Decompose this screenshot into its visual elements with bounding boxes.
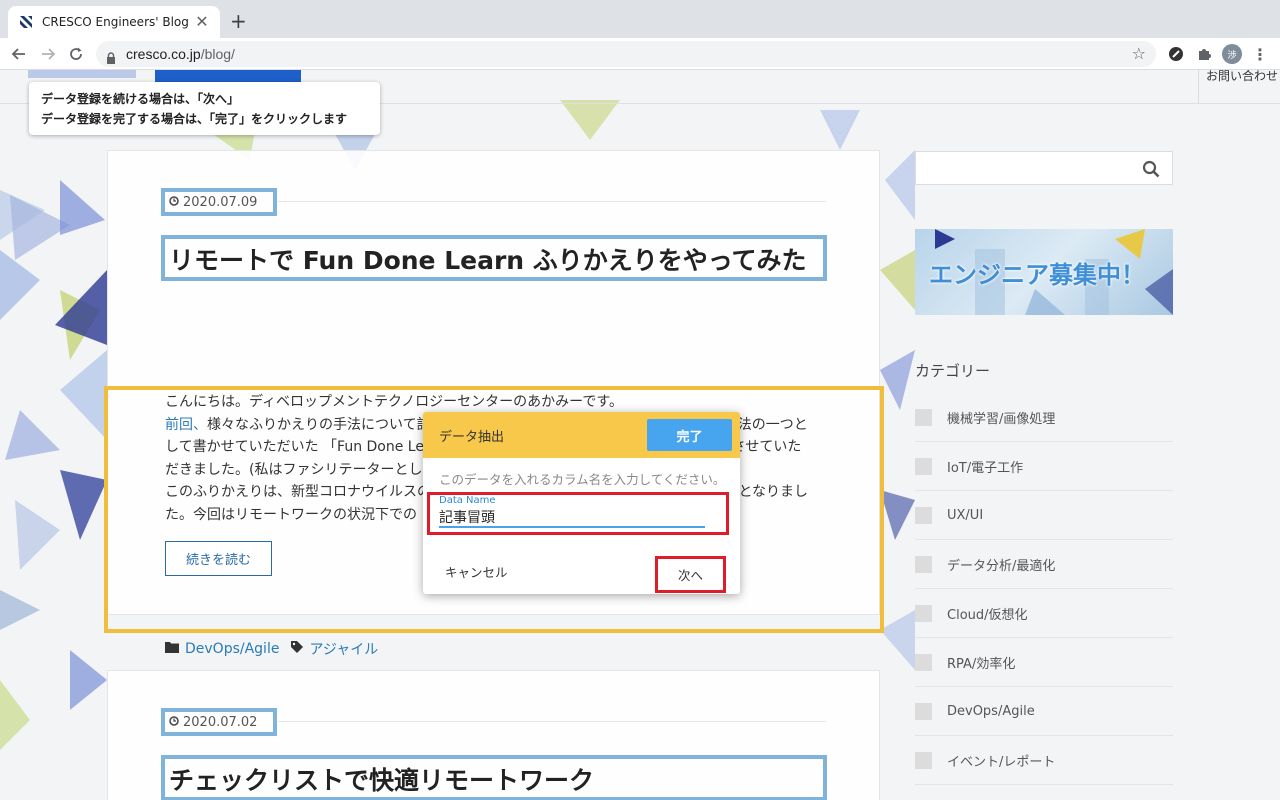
categories-heading: カテゴリー [915, 362, 991, 380]
tag-icon [291, 641, 304, 657]
category-item[interactable]: RPA/効率化 [915, 638, 1173, 687]
previous-post-link[interactable]: 前回、 [165, 417, 207, 433]
puzzle-extensions-icon[interactable] [1194, 44, 1214, 64]
category-bullet-icon [915, 506, 932, 524]
browser-toolbar: cresco.co.jp/blog/ ☆ 渉 ⋮ [0, 38, 1280, 70]
next-button[interactable]: 次へ [655, 556, 726, 593]
category-label: DevOps/Agile [947, 703, 1035, 719]
search-icon[interactable] [1142, 160, 1160, 178]
tooltip-line: データ登録を完了する場合は、「完了」をクリックします [41, 112, 348, 126]
category-bullet-icon [915, 555, 932, 573]
cancel-button[interactable]: キャンセル [445, 562, 508, 581]
dialog-title: データ抽出 [439, 429, 505, 445]
category-bullet-icon [915, 604, 932, 622]
post-title[interactable]: チェックリストで快適リモートワーク [161, 755, 827, 800]
post-date: 2020.07.09 [161, 188, 277, 216]
browser-menu-icon[interactable]: ⋮ [1250, 44, 1270, 64]
browser-tabstrip: CRESCO Engineers' Blog ✕ + [0, 0, 1280, 38]
divider [278, 721, 826, 722]
url-host: cresco.co.jp [126, 46, 201, 62]
category-bullet-icon [915, 408, 932, 426]
category-bullet-icon [915, 653, 932, 671]
category-label: イベント/レポート [947, 754, 1056, 770]
category-link[interactable]: DevOps/Agile [185, 641, 279, 657]
folder-icon [165, 641, 179, 657]
data-name-label: Data Name [439, 495, 496, 506]
category-item[interactable]: Cloud/仮想化 [915, 589, 1173, 638]
done-button[interactable]: 完了 [647, 419, 732, 451]
category-bullet-icon [915, 457, 932, 475]
contact-link[interactable]: お問い合わせ [1198, 70, 1280, 104]
tab-close-icon[interactable]: ✕ [194, 14, 210, 30]
browser-tab[interactable]: CRESCO Engineers' Blog ✕ [8, 6, 220, 38]
address-bar[interactable]: cresco.co.jp/blog/ ☆ [96, 41, 1156, 67]
url-text: cresco.co.jp/blog/ [126, 46, 235, 62]
cresco-favicon-icon [18, 14, 34, 30]
profile-avatar[interactable]: 渉 [1222, 44, 1242, 64]
search-input[interactable] [915, 151, 1173, 185]
excerpt-line: こんにちは。ディベロップメントテクノロジーセンターのあかみーです。 [165, 394, 623, 410]
dialog-hint: このデータを入れるカラム名を入力してください。 [439, 472, 726, 487]
nav-link-partial[interactable] [28, 70, 136, 78]
category-item[interactable]: イベント/レポート [915, 736, 1173, 785]
category-label: UX/UI [947, 507, 984, 523]
back-icon[interactable] [8, 43, 30, 65]
category-label: IoT/電子工作 [947, 460, 1024, 476]
bookmark-star-icon[interactable]: ☆ [1132, 44, 1146, 63]
clock-icon [169, 715, 179, 730]
category-list: 機械学習/画像処理 IoT/電子工作 UX/UI データ分析/最適化 Cloud… [915, 393, 1173, 785]
post-tags: DevOps/Agile アジャイル [165, 639, 378, 659]
category-bullet-icon [915, 751, 932, 769]
tooltip-line: データ登録を続ける場合は、「次へ」 [41, 92, 240, 106]
category-label: RPA/効率化 [947, 656, 1016, 672]
category-item[interactable]: UX/UI [915, 491, 1173, 540]
data-extraction-dialog: データ抽出 完了 このデータを入れるカラム名を入力してください。 Data Na… [423, 412, 740, 594]
category-label: 機械学習/画像処理 [947, 411, 1056, 427]
post-date: 2020.07.02 [161, 708, 277, 736]
post-title[interactable]: リモートで Fun Done Learn ふりかえりをやってみた [161, 235, 827, 281]
web-page: お問い合わせ 2020.07.09 リモートで Fun Done Learn ふ… [0, 70, 1280, 800]
recruit-banner[interactable]: エンジニア募集中！ [915, 229, 1173, 315]
tag-link[interactable]: アジャイル [309, 639, 378, 659]
category-item[interactable]: データ分析/最適化 [915, 540, 1173, 589]
data-name-input[interactable] [439, 508, 705, 528]
new-tab-button[interactable]: + [230, 10, 247, 32]
category-item[interactable]: 機械学習/画像処理 [915, 393, 1173, 442]
dialog-header: データ抽出 完了 [423, 412, 740, 458]
tab-title: CRESCO Engineers' Blog [42, 15, 189, 29]
instruction-tooltip: データ登録を続ける場合は、「次へ」 データ登録を完了する場合は、「完了」をクリッ… [29, 82, 380, 135]
category-label: データ分析/最適化 [947, 558, 1056, 574]
read-more-button[interactable]: 続きを読む [165, 541, 272, 576]
post-date-text: 2020.07.09 [183, 194, 258, 210]
banner-text: エンジニア募集中！ [929, 261, 1145, 289]
blog-post-card: 2020.07.02 チェックリストで快適リモートワーク [107, 670, 880, 800]
category-label: Cloud/仮想化 [947, 607, 1028, 623]
url-path: /blog/ [200, 46, 235, 62]
divider [278, 201, 826, 202]
forward-icon[interactable] [37, 43, 59, 65]
post-date-text: 2020.07.02 [183, 714, 258, 730]
reload-icon[interactable] [65, 43, 87, 65]
category-bullet-icon [915, 702, 932, 720]
extension-icon[interactable] [1166, 44, 1186, 64]
category-item[interactable]: DevOps/Agile [915, 687, 1173, 736]
lock-icon [106, 49, 116, 64]
category-item[interactable]: IoT/電子工作 [915, 442, 1173, 491]
clock-icon [169, 195, 179, 210]
